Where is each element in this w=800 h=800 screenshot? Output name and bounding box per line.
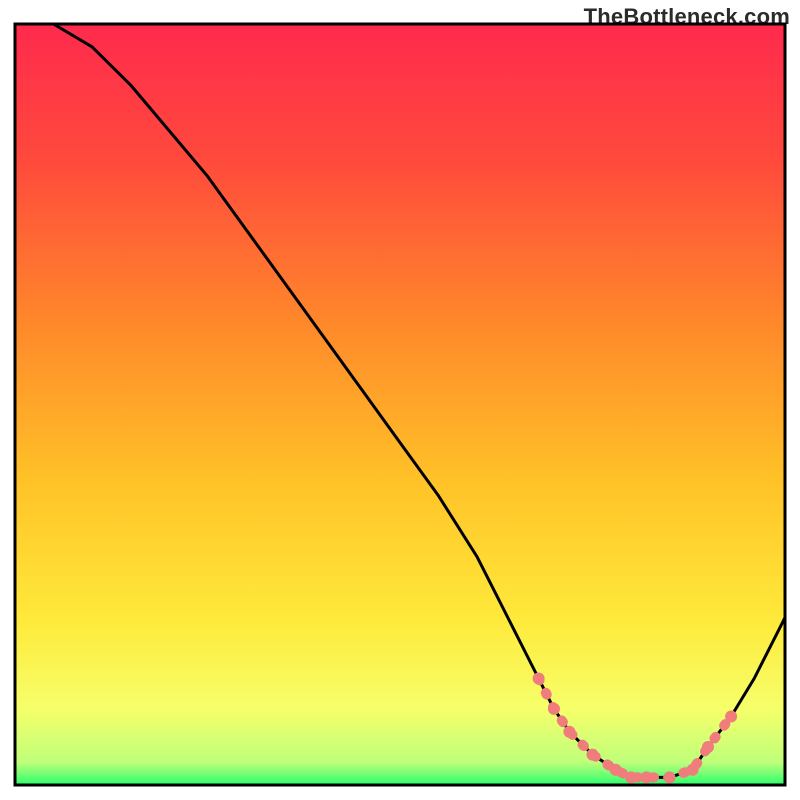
highlight-dot	[664, 771, 676, 783]
highlight-dot	[587, 749, 599, 761]
highlight-dot	[725, 711, 737, 723]
highlight-dot	[625, 771, 637, 783]
plot-background	[15, 24, 785, 785]
highlight-dot	[640, 771, 652, 783]
highlight-dot	[702, 741, 714, 753]
highlight-dot	[548, 703, 560, 715]
highlight-dot	[563, 726, 575, 738]
highlight-dot	[533, 673, 545, 685]
bottleneck-chart	[0, 0, 800, 800]
highlight-dot	[687, 764, 699, 776]
chart-container: TheBottleneck.com	[0, 0, 800, 800]
highlight-dot	[610, 764, 622, 776]
